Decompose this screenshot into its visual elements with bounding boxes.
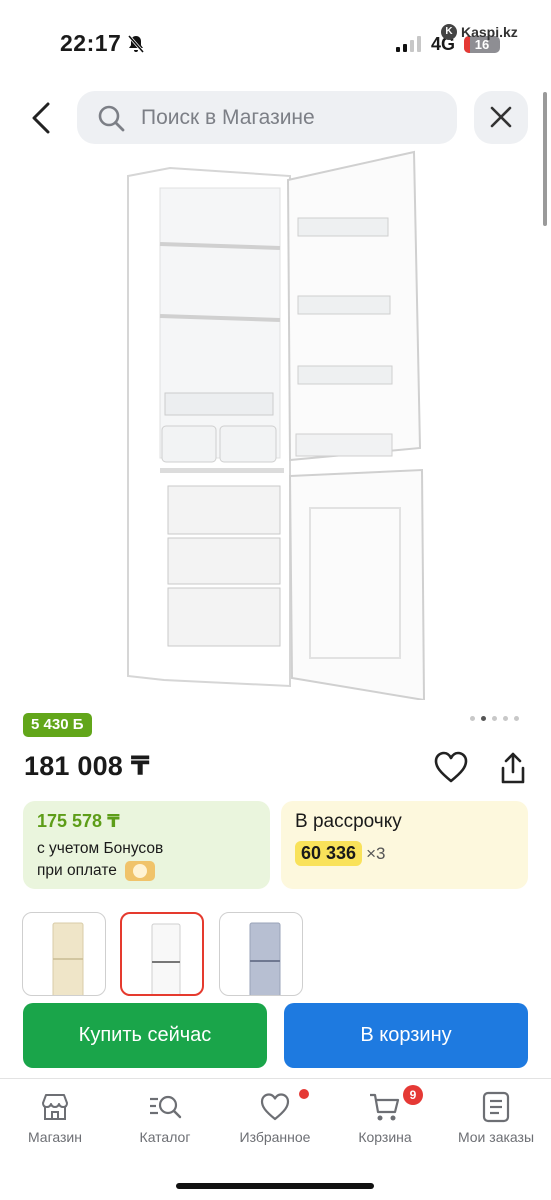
chevron-left-icon: [32, 102, 50, 134]
share-button[interactable]: [493, 750, 529, 786]
variant-beige[interactable]: [22, 912, 106, 996]
search-input[interactable]: [141, 91, 441, 144]
share-icon: [501, 752, 525, 784]
gallery-dot[interactable]: [470, 716, 475, 721]
source-watermark: K Kaspi.kz: [441, 24, 518, 40]
tab-label: Мои заказы: [457, 1129, 535, 1145]
close-button[interactable]: [474, 91, 528, 144]
tab-label: Корзина: [358, 1129, 412, 1145]
variant-white[interactable]: [120, 912, 204, 996]
add-to-cart-button[interactable]: В корзину: [284, 1003, 528, 1068]
store-icon: [42, 1094, 68, 1120]
buy-now-button[interactable]: Купить сейчас: [23, 1003, 267, 1068]
signal-icon: [396, 36, 421, 52]
scrollbar[interactable]: [543, 92, 547, 226]
source-label: Kaspi.kz: [461, 24, 518, 40]
search-icon: [98, 105, 125, 132]
bell-muted-icon: [127, 35, 145, 53]
notification-dot: [299, 1089, 309, 1099]
product-image[interactable]: [110, 148, 440, 700]
bottom-tab-bar: Магазин Каталог Избранное 9 Корзина Мои …: [0, 1078, 551, 1200]
tab-store[interactable]: Магазин: [0, 1091, 110, 1145]
gallery-dot[interactable]: [514, 716, 519, 721]
cart-icon: [370, 1093, 400, 1121]
heart-icon: [434, 751, 468, 783]
gallery-dot[interactable]: [503, 716, 508, 721]
color-variants: [22, 912, 312, 996]
bonus-line-2: при оплате: [37, 862, 117, 879]
tab-label: Каталог: [139, 1129, 191, 1145]
status-bar: 22:17 4G 16 K Kaspi.kz: [0, 0, 551, 80]
kaspi-logo-icon: K: [441, 24, 457, 40]
back-button[interactable]: [22, 96, 62, 140]
cart-count-badge: 9: [403, 1085, 423, 1105]
fridge-silver-thumb: [249, 922, 281, 995]
status-time: 22:17: [60, 30, 122, 56]
fridge-beige-thumb: [52, 922, 84, 995]
bonus-description: с учетом Бонусов при оплате: [37, 838, 270, 882]
tab-favorites[interactable]: Избранное: [220, 1089, 330, 1145]
tab-catalog[interactable]: Каталог: [110, 1091, 220, 1145]
installment-monthly: 60 336: [295, 841, 363, 866]
variant-silver[interactable]: [219, 912, 303, 996]
tab-label: Магазин: [27, 1129, 82, 1145]
orders-icon: [482, 1091, 510, 1123]
bonus-price-card[interactable]: 175 578 ₸ с учетом Бонусов при оплате: [23, 801, 270, 889]
installment-multiplier: ×3: [366, 843, 386, 863]
search-bar[interactable]: [77, 91, 457, 144]
gallery-dots[interactable]: [470, 716, 519, 721]
gallery-dot-active[interactable]: [481, 716, 486, 721]
tab-label: Избранное: [239, 1129, 311, 1145]
heart-icon: [260, 1093, 290, 1121]
installment-card[interactable]: В рассрочку 60 336 ×3: [281, 801, 528, 889]
catalog-search-icon: [150, 1095, 182, 1119]
home-indicator[interactable]: [176, 1183, 374, 1189]
favorite-button[interactable]: [433, 750, 469, 784]
tab-orders[interactable]: Мои заказы: [441, 1091, 551, 1145]
bonus-price: 175 578 ₸: [37, 811, 120, 831]
bonus-coin-icon: [125, 860, 156, 881]
bonus-line-1: с учетом Бонусов: [37, 840, 164, 857]
tab-cart[interactable]: 9 Корзина: [330, 1085, 440, 1145]
gallery-dot[interactable]: [492, 716, 497, 721]
product-price: 181 008 ₸: [24, 751, 150, 781]
bonus-badge: 5 430 Б: [23, 713, 92, 737]
installment-title: В рассрочку: [295, 811, 402, 832]
close-icon: [490, 106, 512, 128]
fridge-white-thumb: [151, 923, 181, 994]
